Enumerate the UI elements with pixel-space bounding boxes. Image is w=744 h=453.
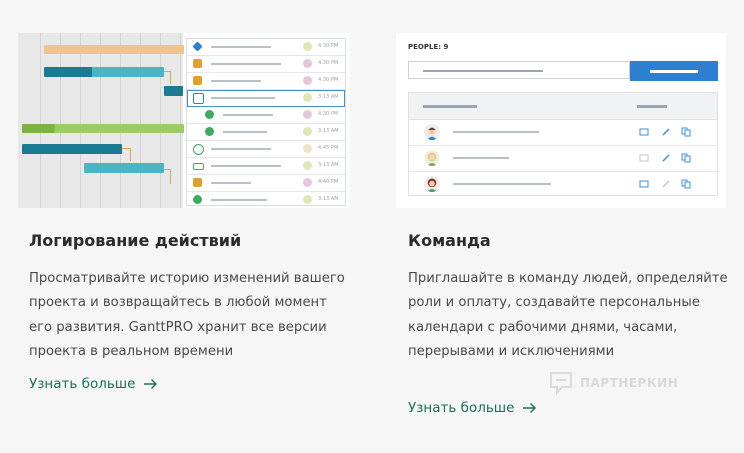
learn-more-link[interactable]: Узнать больше xyxy=(29,376,158,392)
copy-icon[interactable] xyxy=(681,127,691,137)
move-icon xyxy=(193,195,202,204)
pencil-icon[interactable] xyxy=(661,153,671,163)
link-gear-icon xyxy=(205,110,214,119)
arrow-right-icon xyxy=(523,403,537,413)
avatar-woman-icon xyxy=(424,150,440,166)
table-icon[interactable] xyxy=(639,127,649,137)
bar-icon xyxy=(193,163,204,170)
avatar-girl-icon xyxy=(424,176,440,192)
team-table-header xyxy=(409,93,717,120)
history-row[interactable]: 3:13 AM xyxy=(187,158,345,175)
history-time: 4:40 PM xyxy=(318,179,339,185)
history-row[interactable]: 4:30 PM xyxy=(187,107,345,124)
gantt-bar xyxy=(44,45,184,54)
card-description: Просматривайте историю изменений вашего … xyxy=(29,271,345,359)
history-time: 3:13 AM xyxy=(318,94,339,100)
history-row[interactable]: 4:40 PM xyxy=(187,175,345,192)
folder-icon xyxy=(193,93,204,104)
history-list: 4:30 PM 4:30 PM 4:30 PM 3:13 AM 4:30 PM … xyxy=(186,38,346,206)
history-thumbnail: 4:30 PM 4:30 PM 4:30 PM 3:13 AM 4:30 PM … xyxy=(18,33,350,208)
table-icon[interactable] xyxy=(639,153,649,163)
history-row[interactable]: 4:30 PM xyxy=(187,39,345,56)
history-time: 4:30 PM xyxy=(318,43,339,49)
card-title: Команда xyxy=(408,231,491,250)
invite-button[interactable] xyxy=(630,61,718,81)
learn-more-link[interactable]: Узнать больше xyxy=(408,400,537,416)
gantt-chart xyxy=(18,33,184,208)
history-row[interactable]: 4:45 PM xyxy=(187,141,345,158)
learn-more-label: Узнать больше xyxy=(408,400,515,416)
link-gear-icon xyxy=(205,127,214,136)
history-icon xyxy=(193,144,204,155)
history-time: 3:13 AM xyxy=(318,128,339,134)
team-thumbnail: PEOPLE: 9 xyxy=(396,33,726,208)
history-time: 4:30 PM xyxy=(318,111,339,117)
invite-email-input[interactable] xyxy=(408,61,630,79)
diamond-icon xyxy=(192,41,203,52)
history-time: 4:45 PM xyxy=(318,145,339,151)
history-time: 3:13 AM xyxy=(318,196,339,202)
gantt-bar xyxy=(44,67,164,77)
history-time: 3:13 AM xyxy=(318,162,339,168)
team-row[interactable] xyxy=(409,120,717,146)
gantt-bar xyxy=(84,163,164,173)
team-row[interactable] xyxy=(409,146,717,172)
pencil-icon[interactable] xyxy=(661,127,671,137)
people-count: PEOPLE: 9 xyxy=(408,43,449,51)
gantt-bar xyxy=(164,86,183,96)
table-icon[interactable] xyxy=(639,179,649,189)
tasks-icon xyxy=(193,76,202,85)
avatar-man-icon xyxy=(424,124,440,140)
card-description: Приглашайте в команду людей, определяйте… xyxy=(408,271,728,359)
history-row[interactable]: 4:30 PM xyxy=(187,56,345,73)
history-row[interactable]: 4:30 PM xyxy=(187,73,345,90)
history-row[interactable]: 3:13 AM xyxy=(187,124,345,141)
arrow-right-icon xyxy=(144,379,158,389)
copy-icon[interactable] xyxy=(681,153,691,163)
watermark-logo-icon xyxy=(550,372,572,396)
gantt-bar xyxy=(22,144,122,154)
calendar-icon xyxy=(193,178,202,187)
copy-icon[interactable] xyxy=(681,179,691,189)
pencil-icon[interactable] xyxy=(661,179,671,189)
team-row[interactable] xyxy=(409,172,717,197)
history-row[interactable]: 3:13 AM xyxy=(187,192,345,208)
learn-more-label: Узнать больше xyxy=(29,376,136,392)
watermark: ПАРТНЕРКИН xyxy=(548,370,678,396)
history-time: 4:30 PM xyxy=(318,60,339,66)
tasks-icon xyxy=(193,59,202,68)
watermark-text: ПАРТНЕРКИН xyxy=(580,376,679,390)
team-table xyxy=(408,92,718,196)
gantt-bar xyxy=(22,124,184,133)
history-row-selected[interactable]: 3:13 AM xyxy=(187,90,345,107)
card-title: Логирование действий xyxy=(29,231,242,250)
history-time: 4:30 PM xyxy=(318,77,339,83)
